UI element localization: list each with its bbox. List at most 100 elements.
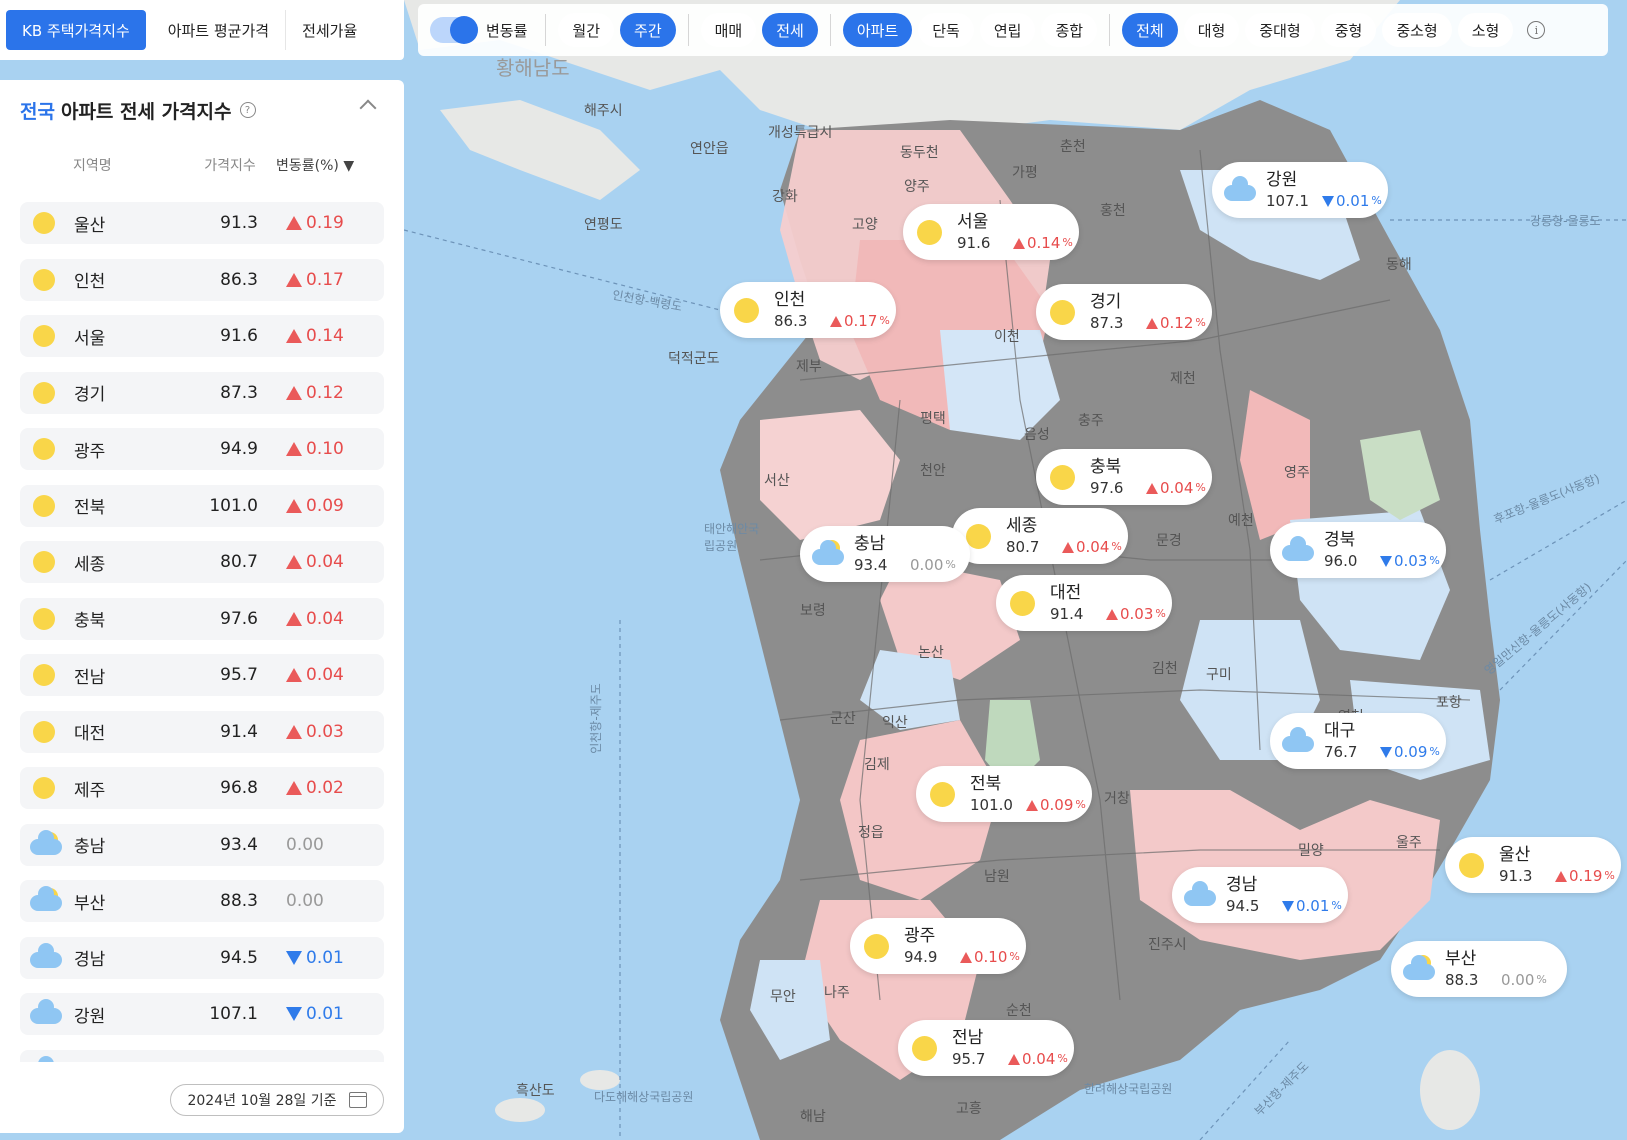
region-row[interactable]: 경북 96.0 0.03: [20, 1049, 384, 1062]
column-change-sort[interactable]: 변동률(%) ▼: [270, 155, 380, 175]
filter-size-large[interactable]: 대형: [1183, 13, 1240, 47]
map-label: 제부: [796, 359, 822, 375]
card-change: 0.03%: [1106, 604, 1166, 624]
card-region-name: 서울: [957, 212, 989, 232]
region-row[interactable]: 충북 97.6 0.04: [20, 597, 384, 640]
weather-icon: [30, 999, 62, 1028]
filter-size-mid-small[interactable]: 중소형: [1382, 13, 1452, 47]
card-region-name: 인천: [774, 290, 806, 310]
region-name: 전북: [74, 498, 106, 518]
map-label: 황해남도: [496, 56, 570, 80]
map-region-card[interactable]: 대구 76.7 0.09%: [1270, 713, 1446, 769]
region-row[interactable]: 광주 94.9 0.10: [20, 428, 384, 470]
map-region-card[interactable]: 강원 107.1 0.01%: [1212, 162, 1388, 218]
region-row[interactable]: 경기 87.3 0.12: [20, 371, 384, 414]
weather-icon: [30, 886, 62, 915]
weather-icon: [30, 942, 62, 972]
map-region-card[interactable]: 인천 86.3 0.17%: [720, 282, 896, 338]
up-arrow-icon: [286, 724, 302, 739]
tab-kb-housing-index[interactable]: KB 주택가격지수: [6, 10, 146, 50]
region-name: 제주: [74, 780, 106, 801]
region-row[interactable]: 경남 94.5 0.01: [20, 936, 384, 979]
help-icon[interactable]: ?: [239, 102, 256, 118]
weather-icon: [30, 209, 58, 237]
region-row[interactable]: 충남 93.4 0.00: [20, 823, 384, 866]
region-row[interactable]: 부산 88.3 0.00: [20, 880, 384, 922]
map-region-card[interactable]: 전남 95.7 0.04%: [898, 1020, 1074, 1076]
map-label: 덕적군도: [668, 351, 720, 367]
map-region-card[interactable]: 경기 87.3 0.12%: [1036, 284, 1212, 340]
map-region-card[interactable]: 광주 94.9 0.10%: [850, 918, 1026, 974]
card-change: 0.14%: [1013, 233, 1073, 253]
region-row[interactable]: 울산 91.3 0.19: [20, 202, 384, 244]
region-list[interactable]: 울산 91.3 0.19 인천 86.3 0.17 서울 91.6 0.14 경…: [20, 202, 384, 1062]
map-label: 보령: [800, 603, 826, 619]
map-region-card[interactable]: 서울 91.6 0.14%: [903, 204, 1079, 260]
map-region-card[interactable]: 경북 96.0 0.03%: [1270, 522, 1446, 578]
map-label: 고양: [852, 217, 878, 233]
panel-title-scope[interactable]: 전국: [20, 97, 55, 124]
card-index: 76.7: [1324, 743, 1358, 761]
filter-apartment[interactable]: 아파트: [842, 13, 913, 47]
weather-icon: [1282, 535, 1314, 565]
region-row[interactable]: 세종 80.7 0.04: [20, 541, 384, 583]
weather-icon: [812, 539, 844, 569]
weather-icon: [1048, 297, 1078, 327]
map-region-card[interactable]: 충남 93.4 0.00%: [800, 526, 970, 582]
card-change: 0.01%: [1322, 191, 1382, 211]
info-icon[interactable]: i: [1527, 21, 1546, 39]
region-row[interactable]: 강원 107.1 0.01: [20, 993, 384, 1035]
sun-icon: [33, 381, 55, 404]
filter-size-medium[interactable]: 중형: [1320, 13, 1377, 47]
filter-jeonse[interactable]: 전세: [762, 13, 818, 47]
region-row[interactable]: 전북 101.0 0.09: [20, 484, 384, 527]
card-change: 0.04%: [1008, 1049, 1068, 1069]
filter-combined[interactable]: 종합: [1041, 13, 1098, 47]
region-row[interactable]: 서울 91.6 0.14: [20, 315, 384, 357]
filter-size-mid-large[interactable]: 중대형: [1245, 13, 1315, 47]
card-index: 107.1: [1266, 192, 1309, 210]
card-change: 0.17%: [830, 311, 890, 331]
change-rate-toggle[interactable]: [430, 16, 478, 44]
card-index: 87.3: [1090, 314, 1124, 332]
card-index: 91.6: [957, 234, 991, 252]
weather-icon: [30, 492, 58, 520]
date-picker[interactable]: 2024년 10월 28일 기준: [170, 1084, 384, 1116]
card-region-name: 대전: [1050, 583, 1082, 603]
filter-row-house[interactable]: 연립: [979, 13, 1036, 47]
filter-size-all[interactable]: 전체: [1122, 13, 1178, 47]
map-label: 충주: [1078, 413, 1104, 429]
filter-weekly[interactable]: 주간: [620, 13, 676, 47]
region-index: 91.3: [220, 213, 258, 233]
sun-icon: [966, 524, 991, 549]
map-region-card[interactable]: 대전 91.4 0.03%: [996, 575, 1172, 631]
map-region-card[interactable]: 부산 88.3 0.00%: [1391, 941, 1567, 997]
filter-size-small[interactable]: 소형: [1457, 13, 1514, 47]
sun-icon: [864, 934, 889, 959]
region-row[interactable]: 전남 95.7 0.04: [20, 654, 384, 696]
map-region-card[interactable]: 전북 101.0 0.09%: [916, 766, 1092, 822]
tab-jeonse-ratio[interactable]: 전세가율: [286, 10, 373, 50]
change-rate-toggle-group[interactable]: 변동률: [430, 16, 527, 44]
region-row[interactable]: 제주 96.8 0.02: [20, 767, 384, 809]
region-row[interactable]: 인천 86.3 0.17: [20, 258, 384, 301]
up-arrow-icon: [286, 272, 302, 287]
date-label: 2024년 10월 28일 기준: [187, 1093, 337, 1109]
region-change: 0.00: [286, 834, 324, 855]
map-region-card[interactable]: 경남 94.5 0.01%: [1172, 867, 1348, 923]
card-index: 94.9: [904, 948, 938, 966]
filter-detached[interactable]: 단독: [918, 13, 974, 47]
region-row[interactable]: 대전 91.4 0.03: [20, 710, 384, 753]
map-region-card[interactable]: 충북 97.6 0.04%: [1036, 449, 1212, 505]
tab-apartment-average-price[interactable]: 아파트 평균가격: [152, 10, 287, 50]
map-region-card[interactable]: 세종 80.7 0.04%: [952, 508, 1128, 564]
region-index: 107.1: [209, 1004, 258, 1024]
filter-monthly[interactable]: 월간: [558, 13, 615, 47]
down-arrow-icon: [1380, 746, 1392, 758]
filter-sale[interactable]: 매매: [700, 13, 757, 47]
map-label: 이천: [994, 329, 1020, 345]
map-region-card[interactable]: 울산 91.3 0.19%: [1445, 837, 1621, 893]
region-name: 충남: [74, 837, 106, 857]
sun-icon: [912, 1036, 937, 1061]
card-change: 0.19%: [1555, 866, 1615, 886]
